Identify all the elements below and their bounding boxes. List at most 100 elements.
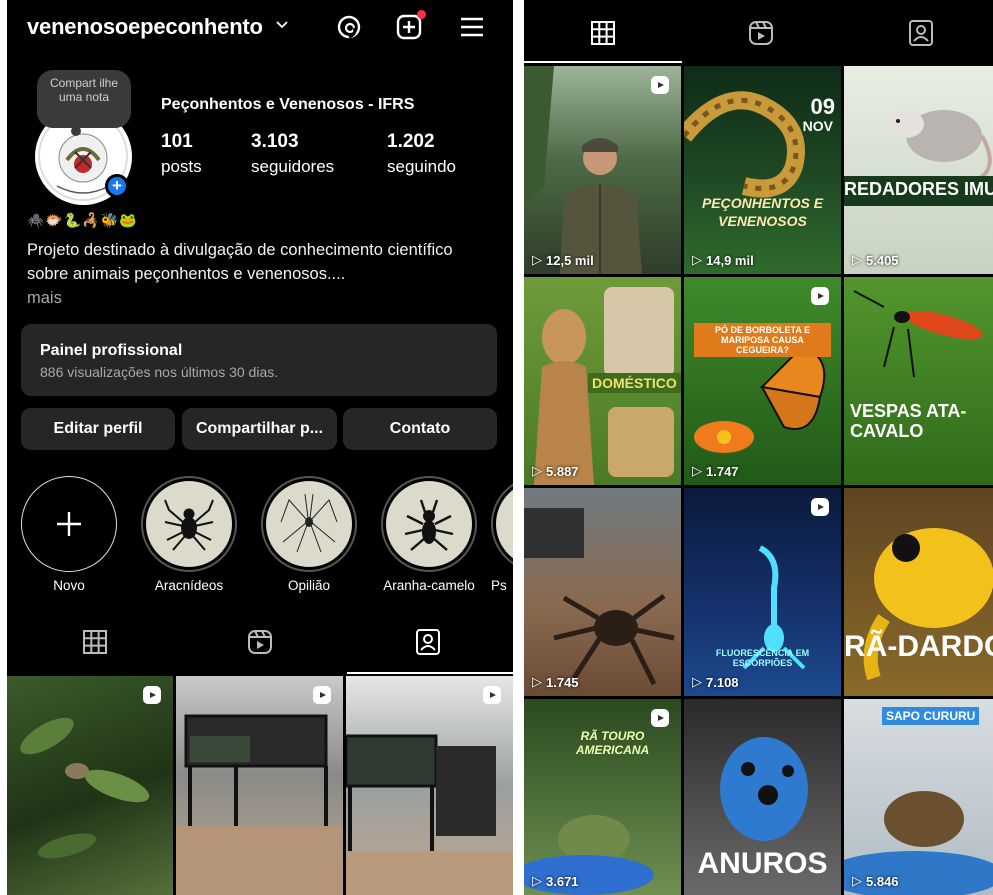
tile-caption: ANUROS xyxy=(697,847,828,880)
highlight-label: Aracnídeos xyxy=(154,578,224,593)
stat-value: 101 xyxy=(161,131,193,152)
stat-label: posts xyxy=(161,157,202,176)
tile-caption: PÓ DE BORBOLETA E MARIPOSA CAUSA CEGUEIR… xyxy=(694,323,831,357)
notification-dot xyxy=(417,10,426,19)
highlight-ring xyxy=(261,476,357,572)
highlight-cover xyxy=(146,481,232,567)
reels-icon[interactable] xyxy=(244,626,276,658)
tagged-icon[interactable] xyxy=(412,626,444,658)
butterfly-artwork xyxy=(694,345,826,453)
grid-tile[interactable] xyxy=(176,676,343,895)
grid-tile[interactable]: SAPO CURURU ▷ 5.846 xyxy=(844,699,993,895)
stat-value: 1.202 xyxy=(387,131,435,152)
grid-tile[interactable]: 09 NOV PEÇONHENTOS E VENENOSOS ▷ 14,9 mi… xyxy=(684,66,841,274)
edit-profile-button[interactable]: Editar perfil xyxy=(21,408,175,450)
highlight-label: Ps xyxy=(491,578,507,593)
highlight-ring xyxy=(381,476,477,572)
profile-header: venenosoepeconhento xyxy=(7,0,513,58)
tile-caption: PEÇONHENTOS E VENENOSOS xyxy=(701,195,824,229)
wasp-artwork xyxy=(853,290,983,378)
note-bubble[interactable]: Compart ilhe uma nota xyxy=(37,70,131,128)
grid-tile[interactable] xyxy=(7,676,173,895)
person-photo xyxy=(524,66,642,274)
view-count: ▷ 5.846 xyxy=(852,873,899,889)
threads-icon[interactable] xyxy=(335,13,363,41)
grid-tile[interactable]: REDADORES IMUN ▷ 5.405 xyxy=(844,66,993,274)
grid-tile[interactable]: FLUORESCÊNCIA EM ESCORPIÕES ▷ 7.108 xyxy=(684,488,841,696)
opossum-artwork xyxy=(844,110,993,206)
highlight-ring xyxy=(21,476,117,572)
tile-caption: RÃ-DARDO xyxy=(844,630,993,663)
tile-caption: FLUORESCÊNCIA EM ESCORPIÕES xyxy=(715,648,810,668)
grid-tile[interactable] xyxy=(346,676,513,895)
highlight-cover xyxy=(266,481,352,567)
reels-icon[interactable] xyxy=(746,18,776,48)
grid-icon[interactable] xyxy=(79,626,111,658)
reels-icon xyxy=(313,686,331,704)
view-count: ▷ 1.745 xyxy=(532,674,579,690)
pro-title: Painel profissional xyxy=(40,342,183,359)
view-count: ▷ 12,5 mil xyxy=(532,252,594,268)
contact-button[interactable]: Contato xyxy=(343,408,497,450)
date-month: NOV xyxy=(802,118,833,134)
spider-icon xyxy=(164,499,214,551)
professional-dashboard[interactable]: Painel profissional 886 visualizações no… xyxy=(21,324,497,396)
grid-tile[interactable]: VESPAS ATA-CAVALO xyxy=(844,277,993,485)
menu-icon[interactable] xyxy=(458,13,486,41)
highlight-opiliao[interactable]: Opilião xyxy=(259,476,359,593)
bio-more-link[interactable]: mais xyxy=(27,289,62,307)
tarantula-artwork xyxy=(524,508,675,686)
grid-tile[interactable]: ANUROS xyxy=(684,699,841,895)
view-count: ▷ 5.405 xyxy=(852,252,899,268)
profile-tab-bar xyxy=(7,618,513,674)
tagged-grid xyxy=(7,676,513,895)
harvestman-icon xyxy=(280,493,338,553)
note-tail xyxy=(71,126,81,136)
tile-caption: SAPO CURURU xyxy=(882,707,980,725)
highlight-label: Opilião xyxy=(287,578,331,593)
grid-tile[interactable]: RÃ TOURO AMERICANA ▷ 3.671 xyxy=(524,699,681,895)
grid-tile[interactable]: PÓ DE BORBOLETA E MARIPOSA CAUSA CEGUEIR… xyxy=(684,277,841,485)
highlight-ring xyxy=(141,476,237,572)
grid-tile[interactable]: RÃ-DARDO xyxy=(844,488,993,696)
grid-icon[interactable] xyxy=(588,18,618,48)
highlight-aracnideos[interactable]: Aracnídeos xyxy=(139,476,239,593)
active-tab-indicator xyxy=(524,61,682,63)
view-count-value: 1.745 xyxy=(546,674,579,690)
grid-tile[interactable]: ▷ 12,5 mil xyxy=(524,66,681,274)
highlight-aranha-camelo[interactable]: Aranha-camelo xyxy=(379,476,479,593)
username[interactable]: venenosoepeconhento xyxy=(27,14,263,40)
tagged-icon[interactable] xyxy=(906,18,936,48)
toad-artwork xyxy=(844,791,993,895)
pro-subtitle: 886 visualizações nos últimos 30 dias. xyxy=(40,364,279,380)
view-count-value: 14,9 mil xyxy=(706,252,754,268)
stat-followers[interactable]: 3.103 seguidores xyxy=(251,131,334,177)
reels-icon xyxy=(651,76,669,94)
stat-posts[interactable]: 101 posts xyxy=(161,131,202,177)
tile-caption: VESPAS ATA-CAVALO xyxy=(850,401,967,441)
terrarium-image xyxy=(346,734,513,895)
share-profile-button[interactable]: Compartilhar p... xyxy=(182,408,337,450)
grid-tile[interactable]: ▷ 1.745 xyxy=(524,488,681,696)
chevron-down-icon[interactable] xyxy=(275,18,289,32)
stat-label: seguindo xyxy=(387,157,457,176)
view-count-value: 12,5 mil xyxy=(546,252,594,268)
reels-icon xyxy=(811,287,829,305)
add-story-icon[interactable]: + xyxy=(105,174,129,198)
grid-tile[interactable]: DOMÉSTICO ▷ 5.887 xyxy=(524,277,681,485)
plus-icon xyxy=(57,512,81,536)
profile-tab-bar xyxy=(524,0,993,64)
bio-text: Projeto destinado à divulgação de conhec… xyxy=(27,238,497,310)
profile-screen: venenosoepeconhento Compart ilhe uma not… xyxy=(7,0,513,895)
tile-caption: DOMÉSTICO xyxy=(588,373,681,393)
note-text: Compart ilhe uma nota xyxy=(49,76,119,104)
reels-icon xyxy=(143,686,161,704)
highlight-partial[interactable]: Ps xyxy=(491,476,513,593)
highlight-label: Novo xyxy=(53,578,85,593)
terrarium-image xyxy=(176,714,343,895)
view-count: ▷ 14,9 mil xyxy=(692,252,754,268)
stat-following[interactable]: 1.202 seguindo xyxy=(387,131,456,177)
highlight-cover xyxy=(496,481,513,567)
highlight-new[interactable]: Novo xyxy=(19,476,119,593)
stat-value: 3.103 xyxy=(251,131,299,152)
